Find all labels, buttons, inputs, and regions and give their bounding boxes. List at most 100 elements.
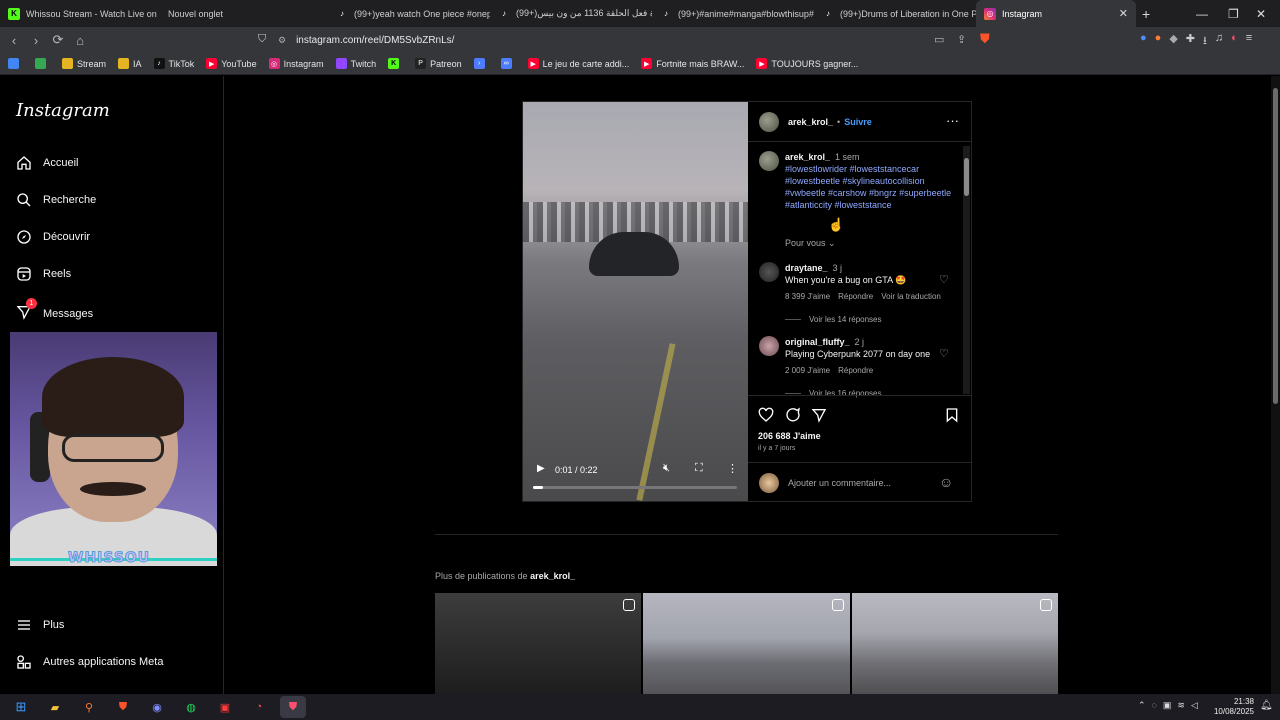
tab-instagram[interactable]: ◎ Instagram ✕: [976, 0, 1136, 27]
bookmark-item[interactable]: [8, 58, 23, 69]
new-tab-button[interactable]: +: [1142, 6, 1150, 22]
play-icon[interactable]: ▶: [537, 463, 545, 474]
extension-icon[interactable]: ◆: [1169, 32, 1177, 51]
brave-icon[interactable]: ⛊: [110, 696, 136, 718]
add-comment-input[interactable]: Ajouter un commentaire...: [788, 478, 938, 488]
bookmark-item[interactable]: ∞: [500, 58, 516, 69]
obs-icon[interactable]: ◔: [246, 696, 272, 718]
fullscreen-icon[interactable]: ⛶: [695, 462, 703, 475]
sidebar-item-messages[interactable]: 1 Messages: [16, 298, 93, 323]
profile-icon[interactable]: ◐: [1231, 32, 1238, 51]
bookmark-item[interactable]: K: [388, 58, 403, 69]
post-thumbnail[interactable]: [643, 593, 850, 694]
more-options-icon[interactable]: ···: [946, 113, 959, 128]
bookmark-item[interactable]: ▶ Le jeu de carte addi...: [527, 58, 629, 69]
close-tab-icon[interactable]: ✕: [1119, 7, 1128, 20]
comments-scrollbar[interactable]: [963, 146, 970, 394]
bookmark-item[interactable]: ◎ Instagram: [268, 58, 324, 69]
tab-tiktok-1[interactable]: ♪ (99+)yeah watch One piece #onepie: [328, 0, 490, 27]
scrollbar-thumb[interactable]: [964, 158, 969, 196]
bookmark-item[interactable]: ♪ TikTok: [153, 58, 194, 69]
bookmark-item[interactable]: ›: [473, 58, 489, 69]
bookmark-item[interactable]: P Patreon: [415, 58, 462, 69]
back-button[interactable]: ‹: [3, 29, 25, 51]
tab-tiktok-2[interactable]: ♪ (99+)ردة فعل الحلقة 1136 من ون بيس: [490, 0, 652, 27]
volume-icon[interactable]: ◁: [1191, 700, 1198, 711]
author-avatar[interactable]: [759, 112, 779, 132]
network-icon[interactable]: ◌: [1152, 700, 1157, 711]
video-progress[interactable]: [533, 486, 737, 489]
bookmark-icon[interactable]: ⛉: [258, 33, 266, 46]
comment-avatar[interactable]: [759, 262, 779, 282]
caption-avatar[interactable]: [759, 151, 779, 171]
translate-button[interactable]: Voir la traduction: [881, 292, 941, 301]
post-thumbnail[interactable]: [435, 593, 642, 694]
reel-video[interactable]: ▶ 0:01 / 0:22 🔇︎ ⛶ ⋮: [523, 102, 748, 501]
follow-button[interactable]: Suivre: [844, 117, 872, 127]
comment-username[interactable]: draytane_: [785, 263, 828, 273]
notification-icon[interactable]: 🔔︎: [1260, 700, 1273, 711]
comment-likes[interactable]: 2 009 J'aime: [785, 366, 830, 375]
reply-button[interactable]: Répondre: [838, 366, 873, 375]
address-bar[interactable]: ⚙ instagram.com/reel/DM5SvbZRnLs/: [278, 30, 998, 50]
sidebar-item-search[interactable]: Recherche: [16, 192, 96, 208]
maximize-button[interactable]: ❐: [1228, 0, 1239, 27]
caption-hashtags[interactable]: #lowestlowrider #loweststancecar #lowest…: [785, 163, 955, 211]
active-app-icon[interactable]: ⛊: [280, 696, 306, 718]
like-comment-icon[interactable]: ♡: [939, 347, 949, 360]
menu-icon[interactable]: ≡: [1246, 32, 1252, 51]
extension-icon[interactable]: ●: [1140, 32, 1147, 51]
home-button[interactable]: ⌂: [69, 29, 91, 51]
file-explorer-icon[interactable]: ▰: [42, 696, 68, 718]
bookmark-item[interactable]: [35, 58, 50, 69]
instagram-logo[interactable]: Instagram: [16, 100, 110, 121]
search-icon[interactable]: ⚲: [76, 696, 102, 718]
page-scrollbar[interactable]: [1271, 76, 1280, 694]
likes-count[interactable]: 206 688 J'aime: [758, 431, 821, 441]
like-comment-icon[interactable]: ♡: [939, 273, 949, 286]
windows-start-icon[interactable]: ⊞: [8, 696, 34, 718]
comment-avatar[interactable]: [759, 336, 779, 356]
tab-new[interactable]: Nouvel onglet: [160, 0, 328, 27]
app-icon[interactable]: ▣: [212, 696, 238, 718]
comment-icon[interactable]: [785, 407, 801, 423]
extension-icon[interactable]: ●: [1155, 32, 1162, 51]
sidebar-item-more[interactable]: Plus: [16, 617, 64, 633]
emoji-icon[interactable]: ☺: [939, 474, 953, 490]
discord-icon[interactable]: ◉: [144, 696, 170, 718]
share-icon[interactable]: [811, 407, 827, 423]
bookmark-item[interactable]: Twitch: [335, 58, 376, 69]
author-username[interactable]: arek_krol_: [788, 117, 833, 127]
puzzle-icon[interactable]: ✚: [1186, 32, 1195, 51]
downloads-icon[interactable]: ⭳: [1203, 32, 1207, 51]
sidebar-item-home[interactable]: Accueil: [16, 155, 78, 171]
clock[interactable]: 21:38 10/08/2025: [1214, 697, 1254, 717]
sidebar-item-reels[interactable]: Reels: [16, 266, 71, 282]
bookmark-item[interactable]: ▶ Fortnite mais BRAW...: [641, 58, 744, 69]
share-icon[interactable]: ⇪: [957, 33, 966, 46]
sidebar-item-meta-apps[interactable]: Autres applications Meta: [16, 654, 163, 670]
forward-button[interactable]: ›: [25, 29, 47, 51]
tab-tiktok-3[interactable]: ♪ (99+)#anime#manga#blowthisup#o: [652, 0, 814, 27]
wifi-icon[interactable]: ≋: [1177, 700, 1185, 711]
close-window-button[interactable]: ✕: [1256, 0, 1266, 27]
reply-button[interactable]: Répondre: [838, 292, 873, 301]
heart-icon[interactable]: [758, 407, 774, 423]
comment-likes[interactable]: 8 399 J'aime: [785, 292, 830, 301]
reader-mode-icon[interactable]: ▭: [934, 33, 944, 46]
for-you-dropdown[interactable]: Pour vous ⌄: [785, 238, 836, 249]
more-posts-user[interactable]: arek_krol_: [530, 571, 575, 581]
save-icon[interactable]: [944, 407, 960, 423]
app-tray-icon[interactable]: ▣: [1163, 700, 1172, 711]
bookmark-folder[interactable]: Stream: [62, 58, 106, 69]
reload-button[interactable]: ⟳: [47, 29, 69, 51]
bookmark-item[interactable]: ▶ TOUJOURS gagner...: [756, 58, 858, 69]
caption-username[interactable]: arek_krol_: [785, 152, 830, 162]
chevron-up-icon[interactable]: ⌃: [1138, 700, 1146, 711]
bookmark-folder[interactable]: IA: [118, 58, 142, 69]
tab-kick[interactable]: K Whissou Stream - Watch Live on Kick: [0, 0, 160, 27]
more-options-icon[interactable]: ⋮: [727, 462, 738, 475]
spotify-icon[interactable]: ◍: [178, 696, 204, 718]
media-icon[interactable]: ♫: [1215, 32, 1223, 51]
bookmark-item[interactable]: ▶ YouTube: [206, 58, 257, 69]
